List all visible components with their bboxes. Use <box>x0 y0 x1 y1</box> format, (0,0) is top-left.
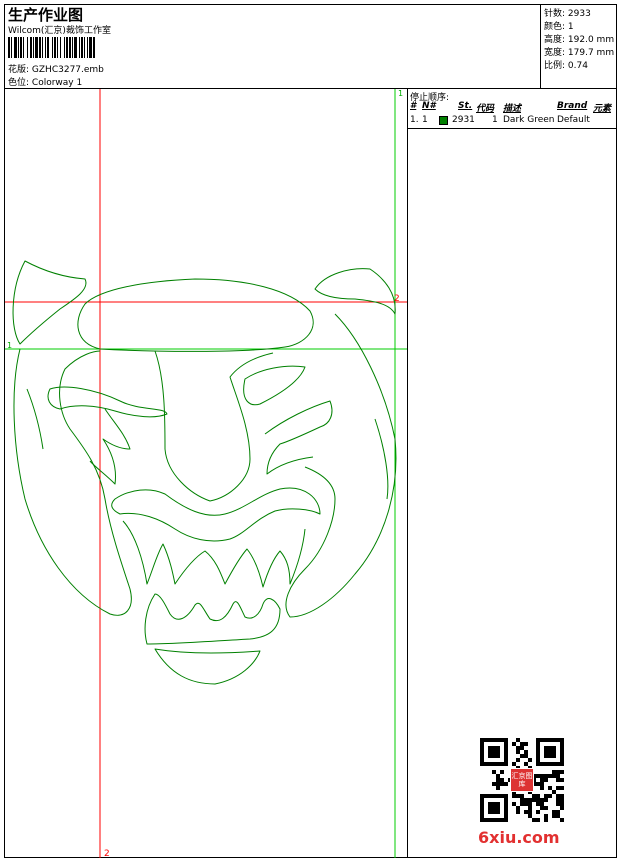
col-element: 元素 <box>593 104 612 114</box>
design-label: 花版: <box>8 65 30 75</box>
stat-height: 高度: 192.0 mm <box>544 35 615 45</box>
stop-sequence-table: # N# St. 代码 描述 Brand 元素 1. 1 2931 1 Dark… <box>408 100 617 128</box>
table-row[interactable]: 1. 1 2931 1 Dark Green Default <box>408 114 617 128</box>
watermark-stamp: 汇京图库 <box>510 768 534 792</box>
design-canvas[interactable]: 1 2 1 2 <box>5 89 407 858</box>
design-file: 花版: GZHC3277.emb <box>8 62 104 75</box>
guide-label-v1: 1 <box>398 89 403 98</box>
row-index: 1. <box>410 115 419 125</box>
col-code: 代码 <box>476 104 495 114</box>
barcode <box>8 37 150 58</box>
col-n: N# <box>422 101 436 111</box>
row-stitches: 2931 <box>452 115 475 125</box>
table-header: # N# St. 代码 描述 Brand 元素 <box>408 100 617 114</box>
sheet-title: 生产作业图 <box>8 6 84 24</box>
guide-label-h1: 1 <box>7 341 12 350</box>
row-description: Dark Green <box>503 115 555 125</box>
row-n: 1 <box>422 115 428 125</box>
row-brand: Default <box>557 115 590 125</box>
color-swatch <box>439 116 448 125</box>
stat-scale: 比例: 0.74 <box>544 61 588 71</box>
company-name: Wilcom(汇京)裁饰工作室 <box>8 26 111 36</box>
tiger-embroidery-design: 1 2 1 2 <box>5 89 407 858</box>
design-value: GZHC3277.emb <box>31 65 104 75</box>
col-index: # <box>410 101 417 111</box>
table-divider <box>408 128 617 129</box>
stitch-outline <box>12 260 397 685</box>
watermark-text: 6xiu.com <box>478 828 560 847</box>
guide-label-v2: 2 <box>104 849 110 858</box>
colorway: 色位: Colorway 1 <box>8 75 82 88</box>
colorway-value: Colorway 1 <box>31 78 83 88</box>
stat-width: 宽度: 179.7 mm <box>544 48 615 58</box>
col-stitches: St. <box>458 101 473 111</box>
stat-stitches: 针数: 2933 <box>544 9 591 19</box>
colorway-label: 色位: <box>8 78 30 88</box>
row-code: 1 <box>492 115 498 125</box>
panel-divider <box>407 88 408 858</box>
stat-colors: 颜色: 1 <box>544 22 574 32</box>
col-brand: Brand <box>557 101 588 111</box>
col-description: 描述 <box>503 104 522 114</box>
stats-panel: 针数: 2933 颜色: 1 高度: 192.0 mm 宽度: 179.7 mm… <box>540 4 617 88</box>
